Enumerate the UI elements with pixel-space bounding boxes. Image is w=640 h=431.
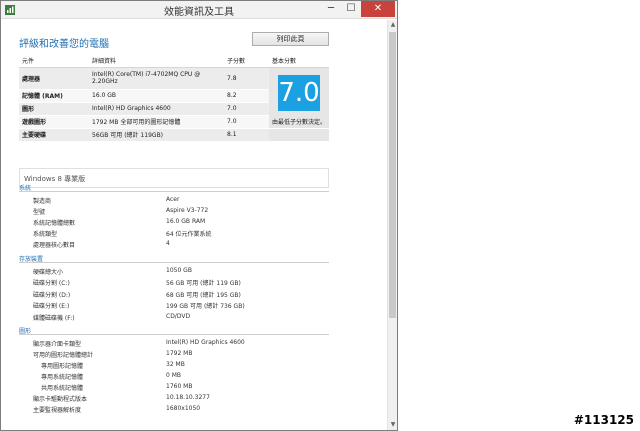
score-table-header: 元件 詳細資料 子分數 基本分數 <box>19 54 329 68</box>
detail-label: 硬碟總大小 <box>33 269 64 276</box>
detail-value: 0 MB <box>166 372 182 379</box>
print-button[interactable]: 列印此頁 <box>252 32 329 46</box>
subscore-cell: 7.0 <box>224 101 269 115</box>
component-cell: 圖形 <box>19 101 89 115</box>
detail-value: 1680x1050 <box>166 405 201 412</box>
detail-cell: Intel(R) HD Graphics 4600 <box>89 101 224 115</box>
component-cell: 主要硬碟 <box>19 127 89 141</box>
close-button[interactable]: ✕ <box>361 1 395 17</box>
detail-cell: 16.0 GB <box>89 88 224 102</box>
detail-label: 磁碟分割 (D:) <box>33 292 71 299</box>
detail-value: CD/DVD <box>166 313 191 320</box>
detail-cell: 1792 MB 全部可用的圖形記憶體 <box>89 114 224 128</box>
detail-value: 1760 MB <box>166 383 193 390</box>
windows-edition: Windows 8 專業版 <box>19 168 329 188</box>
header-detail: 詳細資料 <box>89 54 224 68</box>
detail-label: 磁碟分割 (C:) <box>33 280 70 287</box>
section-divider <box>19 262 329 263</box>
score-table: 元件 詳細資料 子分數 基本分數 處理器 Intel(R) Core(TM) i… <box>19 54 329 141</box>
header-subscore: 子分數 <box>224 54 269 68</box>
base-score-badge: 7.0 <box>278 74 320 111</box>
detail-label: 型號 <box>33 209 46 216</box>
detail-value: 1792 MB <box>166 350 193 357</box>
detail-label: 製造商 <box>33 198 52 205</box>
component-cell: 遊戲圖形 <box>19 114 89 128</box>
detail-value: 10.18.10.3277 <box>166 394 210 401</box>
header-base-score: 基本分數 <box>269 54 329 68</box>
component-cell: 處理器 <box>19 66 89 89</box>
table-row: 主要硬碟 56GB 可用 (總計 119GB) 8.1 <box>19 127 329 141</box>
detail-label: 主要監視器解析度 <box>33 407 82 414</box>
base-score-filler <box>269 127 329 141</box>
detail-value: 32 MB <box>166 361 185 368</box>
detail-value: 68 GB 可用 (總計 195 GB) <box>166 292 241 299</box>
detail-cell: 56GB 可用 (總計 119GB) <box>89 127 224 141</box>
scroll-down-arrow-icon[interactable]: ▼ <box>388 420 397 430</box>
subscore-cell: 7.8 <box>224 66 269 89</box>
section-divider <box>19 334 329 335</box>
component-cell: 記憶體 (RAM) <box>19 88 89 102</box>
detail-label: 系統記憶體總數 <box>33 220 76 227</box>
base-score-cell: 7.0 由最低子分數決定。 <box>269 66 329 128</box>
minimize-button[interactable]: ─ <box>321 1 341 17</box>
detail-label: 共用系統記憶體 <box>41 385 84 392</box>
content-area: 評級和改善您的電腦 列印此頁 元件 詳細資料 子分數 基本分數 處理器 Inte… <box>1 20 386 430</box>
page-title: 評級和改善您的電腦 <box>19 39 109 50</box>
title-bar[interactable]: 效能資訊及工具 ─ ☐ ✕ <box>1 1 397 19</box>
table-row: 處理器 Intel(R) Core(TM) i7-4702MQ CPU @ 2.… <box>19 66 329 128</box>
detail-value: Acer <box>166 196 180 203</box>
detail-label: 顯示卡驅動程式版本 <box>33 396 88 403</box>
detail-value: 1050 GB <box>166 267 192 274</box>
subscore-cell: 8.2 <box>224 88 269 102</box>
scrollbar-thumb[interactable] <box>389 32 396 318</box>
scroll-up-arrow-icon[interactable]: ▲ <box>388 20 397 30</box>
detail-label: 磁碟分割 (E:) <box>33 303 70 310</box>
header-component: 元件 <box>19 54 89 68</box>
detail-value: Aspire V3-772 <box>166 207 209 214</box>
detail-cell: Intel(R) Core(TM) i7-4702MQ CPU @ 2.20GH… <box>89 66 224 89</box>
detail-value: 4 <box>166 240 170 247</box>
detail-value: Intel(R) HD Graphics 4600 <box>166 339 245 346</box>
watermark: #113125 <box>573 413 634 427</box>
base-score-note: 由最低子分數決定。 <box>272 118 327 126</box>
detail-value: 199 GB 可用 (總計 736 GB) <box>166 303 245 310</box>
maximize-button[interactable]: ☐ <box>341 1 361 17</box>
performance-window: 效能資訊及工具 ─ ☐ ✕ 評級和改善您的電腦 列印此頁 元件 詳細資料 子分數… <box>0 0 398 431</box>
subscore-cell: 8.1 <box>224 127 269 141</box>
detail-label: 媒體磁碟機 (F:) <box>33 315 75 322</box>
vertical-scrollbar[interactable]: ▲ ▼ <box>387 20 397 430</box>
detail-label: 系統類型 <box>33 231 58 238</box>
detail-label: 專用系統記憶體 <box>41 374 84 381</box>
detail-label: 可用的圖形記憶體總計 <box>33 352 94 359</box>
detail-value: 64 位元作業系統 <box>166 231 212 238</box>
detail-label: 顯示器介面卡類型 <box>33 341 82 348</box>
section-divider <box>19 191 329 192</box>
detail-value: 56 GB 可用 (總計 119 GB) <box>166 280 241 287</box>
detail-label: 專用圖形記憶體 <box>41 363 84 370</box>
subscore-cell: 7.0 <box>224 114 269 128</box>
detail-label: 處理器核心數目 <box>33 242 76 249</box>
detail-value: 16.0 GB RAM <box>166 218 206 225</box>
